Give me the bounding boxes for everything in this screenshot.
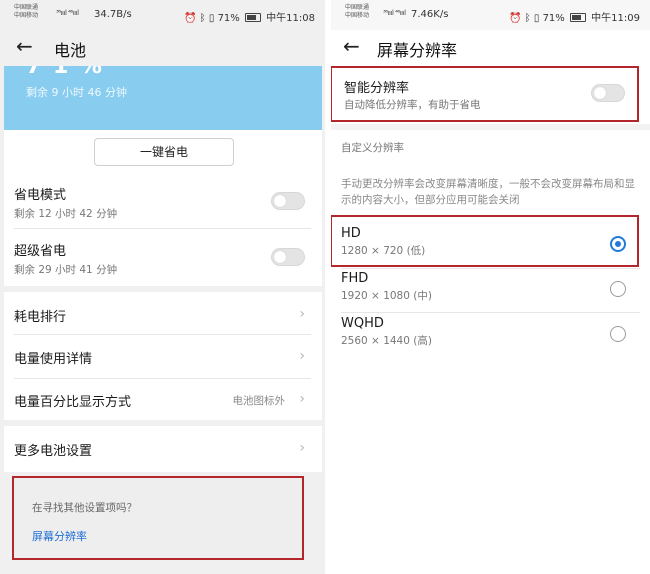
signal-icon: ³⁶ıııl ⁴⁶ıııl bbox=[56, 9, 79, 17]
power-save-sub: 剩余 12 小时 42 分钟 bbox=[14, 208, 118, 220]
smart-resolution-sub: 自动降低分辨率，有助于省电 bbox=[344, 99, 481, 111]
battery-percent: 71% bbox=[542, 13, 565, 24]
percent-display-row[interactable]: 电量百分比显示方式 电池图标外 › bbox=[14, 391, 311, 410]
network-speed: 7.46K/s bbox=[411, 9, 449, 20]
screen-resolution-link[interactable]: 屏幕分辨率 bbox=[32, 528, 87, 544]
ultra-save-toggle[interactable] bbox=[271, 248, 305, 266]
status-right: ⏰ ᛒ ▯ 71% 中午11:09 bbox=[509, 9, 640, 24]
divider bbox=[14, 228, 311, 229]
clock: 中午11:08 bbox=[266, 13, 315, 24]
usage-detail-label: 电量使用详情 bbox=[14, 352, 93, 367]
option-sub: 1280 × 720 (低) bbox=[341, 245, 426, 257]
more-settings-row[interactable]: 更多电池设置 › bbox=[14, 440, 311, 459]
option-label: HD bbox=[341, 226, 361, 241]
ultra-save-row[interactable]: 超级省电 剩余 29 小时 41 分钟 bbox=[14, 240, 311, 277]
divider bbox=[14, 378, 311, 379]
alarm-icon: ⏰ bbox=[509, 13, 522, 24]
page-title: 电池 bbox=[54, 41, 87, 60]
smart-resolution-row[interactable]: 智能分辨率 自动降低分辨率，有助于省电 bbox=[331, 66, 639, 122]
chevron-right-icon: › bbox=[299, 440, 305, 456]
battery-level: 7 1 % bbox=[26, 66, 104, 79]
option-sub: 2560 × 1440 (高) bbox=[341, 335, 432, 347]
smart-resolution-toggle[interactable] bbox=[591, 84, 625, 102]
battery-percent: 71% bbox=[217, 13, 240, 24]
ranking-label: 耗电排行 bbox=[14, 310, 67, 325]
custom-resolution-title: 自定义分辨率 bbox=[341, 142, 404, 154]
radio-selected-icon[interactable] bbox=[610, 236, 626, 252]
battery-screen: 中国联通 中国移动 ³⁶ıııl ⁴⁶ıııl 34.7B/s ⏰ ᛒ ▯ 71… bbox=[0, 0, 325, 574]
power-save-toggle[interactable] bbox=[271, 192, 305, 210]
carrier-2: 中国移动 bbox=[14, 12, 39, 19]
usage-detail-row[interactable]: 电量使用详情 › bbox=[14, 348, 311, 367]
smart-resolution-label: 智能分辨率 bbox=[344, 81, 410, 96]
option-label: WQHD bbox=[341, 316, 384, 331]
carrier-1: 中国联通 bbox=[14, 4, 39, 11]
percent-display-value: 电池图标外 bbox=[232, 395, 286, 407]
chevron-right-icon: › bbox=[299, 306, 305, 322]
one-key-save-button[interactable]: 一键省电 bbox=[94, 138, 234, 166]
status-bar: 中国联通 中国移动 ³⁶ıııl ⁴⁶ıııl 7.46K/s ⏰ ᛒ ▯ 71… bbox=[331, 0, 650, 30]
carrier-info: 中国联通 中国移动 bbox=[345, 4, 369, 20]
section-divider bbox=[331, 124, 650, 130]
carrier-1: 中国联通 bbox=[345, 4, 370, 11]
carrier-info: 中国联通 中国移动 bbox=[14, 4, 38, 20]
clock: 中午11:09 bbox=[591, 13, 640, 24]
ranking-row[interactable]: 耗电排行 › bbox=[14, 306, 311, 325]
search-suggestion-box: 在寻找其他设置项吗？ 屏幕分辨率 bbox=[12, 476, 304, 560]
battery-remaining: 剩余 9 小时 46 分钟 bbox=[26, 86, 127, 99]
battery-hero: 7 1 % 剩余 9 小时 46 分钟 bbox=[4, 66, 322, 130]
more-settings-label: 更多电池设置 bbox=[14, 444, 93, 459]
option-label: FHD bbox=[341, 271, 369, 286]
resolution-option-hd[interactable]: HD 1280 × 720 (低) bbox=[341, 226, 640, 258]
battery-icon bbox=[244, 13, 261, 22]
chevron-right-icon: › bbox=[299, 348, 305, 364]
divider bbox=[341, 268, 640, 269]
chevron-right-icon: › bbox=[299, 391, 305, 407]
battery-icon bbox=[569, 13, 586, 22]
back-arrow-icon[interactable]: ← bbox=[343, 34, 360, 58]
page-title: 屏幕分辨率 bbox=[377, 41, 458, 60]
radio-unselected-icon[interactable] bbox=[610, 326, 626, 342]
search-prompt: 在寻找其他设置项吗？ bbox=[32, 502, 137, 514]
carrier-2: 中国移动 bbox=[345, 12, 370, 19]
resolution-option-wqhd[interactable]: WQHD 2560 × 1440 (高) bbox=[341, 316, 640, 348]
bluetooth-icon: ᛒ bbox=[524, 13, 531, 24]
divider bbox=[341, 312, 640, 313]
alarm-icon: ⏰ bbox=[184, 13, 197, 24]
back-arrow-icon[interactable]: ← bbox=[16, 34, 33, 58]
power-save-row[interactable]: 省电模式 剩余 12 小时 42 分钟 bbox=[14, 184, 311, 221]
option-sub: 1920 × 1080 (中) bbox=[341, 290, 432, 302]
title-bar: ← 屏幕分辨率 bbox=[331, 30, 650, 66]
resolution-option-fhd[interactable]: FHD 1920 × 1080 (中) bbox=[341, 271, 640, 303]
status-right: ⏰ ᛒ ▯ 71% 中午11:08 bbox=[184, 9, 315, 24]
status-bar: 中国联通 中国移动 ³⁶ıııl ⁴⁶ıııl 34.7B/s ⏰ ᛒ ▯ 71… bbox=[0, 0, 325, 30]
resolution-screen: 中国联通 中国移动 ³⁶ıııl ⁴⁶ıııl 7.46K/s ⏰ ᛒ ▯ 71… bbox=[331, 0, 650, 574]
title-bar: ← 电池 bbox=[0, 30, 325, 66]
ultra-save-sub: 剩余 29 小时 41 分钟 bbox=[14, 264, 118, 276]
custom-resolution-desc: 手动更改分辨率会改变屏幕清晰度，一般不会改变屏幕布局和显示的内容大小，但部分应用… bbox=[341, 178, 635, 206]
vibrate-icon: ▯ bbox=[208, 13, 215, 24]
vibrate-icon: ▯ bbox=[533, 13, 540, 24]
radio-unselected-icon[interactable] bbox=[610, 281, 626, 297]
ultra-save-label: 超级省电 bbox=[14, 244, 67, 259]
divider bbox=[14, 334, 311, 335]
bluetooth-icon: ᛒ bbox=[199, 13, 206, 24]
network-speed: 34.7B/s bbox=[94, 9, 132, 20]
power-save-label: 省电模式 bbox=[14, 188, 67, 203]
signal-icon: ³⁶ıııl ⁴⁶ıııl bbox=[383, 9, 406, 17]
